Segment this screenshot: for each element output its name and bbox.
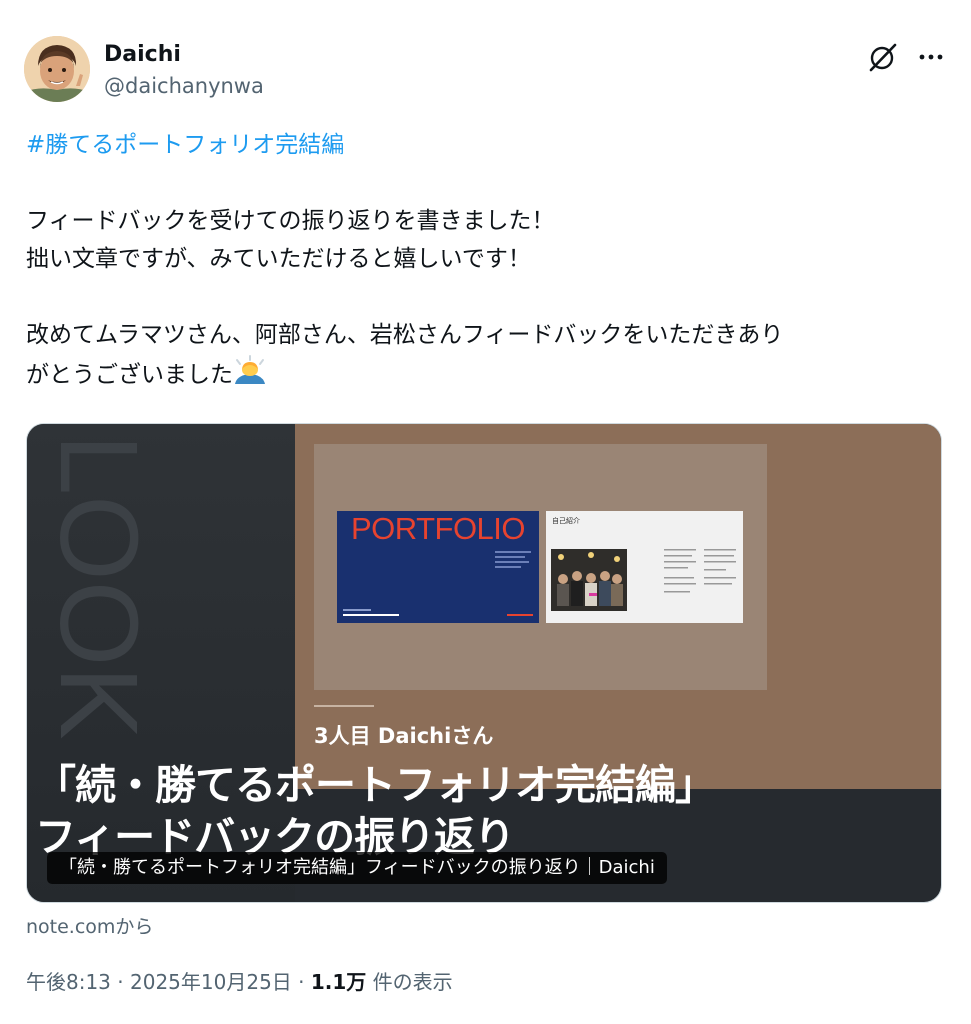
card-big-title: 「続・勝てるポートフォリオ完結編」 フィードバックの振り返り	[35, 759, 716, 863]
post-date[interactable]: 2025年10月25日	[130, 970, 292, 994]
portfolio-slide: PORTFOLIO	[337, 511, 539, 623]
avatar[interactable]	[24, 36, 90, 102]
self-intro-slide: 自己紹介	[546, 511, 743, 623]
card-source[interactable]: note.comから	[26, 912, 153, 939]
tweet-text: #勝てるポートフォリオ完結編 フィードバックを受けての振り返りを書きました！ 拙…	[26, 126, 946, 392]
person-label: 3人目 Daichiさん	[314, 724, 494, 748]
meta-separator: ·	[117, 970, 124, 994]
link-card[interactable]: LOOK PORTFOLIO 自己紹介 3人目 Daichiさん 「続・勝てるポ…	[26, 423, 942, 903]
card-big-title-line1: 「続・勝てるポートフォリオ完結編」	[35, 761, 716, 809]
svg-text:LOOK: LOOK	[37, 434, 160, 740]
hashtag-link[interactable]: #勝てるポートフォリオ完結編	[26, 132, 344, 158]
view-count-label: 件の表示	[372, 970, 453, 994]
grok-icon[interactable]	[866, 40, 900, 74]
tweet-header: Daichi @daichanynwa	[24, 36, 944, 106]
tweet-line: フィードバックを受けての振り返りを書きました！	[26, 208, 555, 234]
tweet-line: 改めてムラマツさん、阿部さん、岩松さんフィードバックをいただきあり	[26, 322, 784, 348]
card-caption[interactable]: 「続・勝てるポートフォリオ完結編」フィードバックの振り返り｜Daichi	[47, 852, 667, 884]
tweet-line: がとうございました	[26, 362, 233, 388]
person-bowing-emoji	[233, 354, 267, 388]
author-handle[interactable]: @daichanynwa	[104, 74, 264, 98]
tweet-line: 拙い文章ですが、みていただけると嬉しいです！	[26, 246, 531, 272]
tweet-metadata: 午後8:13 · 2025年10月25日 · 1.1万 件の表示	[26, 966, 453, 995]
post-time[interactable]: 午後8:13	[26, 970, 111, 994]
meta-separator: ·	[298, 970, 305, 994]
small-caption-line	[314, 703, 374, 711]
more-options-icon[interactable]	[914, 40, 948, 74]
view-count: 1.1万	[310, 970, 367, 994]
author-name[interactable]: Daichi	[104, 42, 181, 67]
